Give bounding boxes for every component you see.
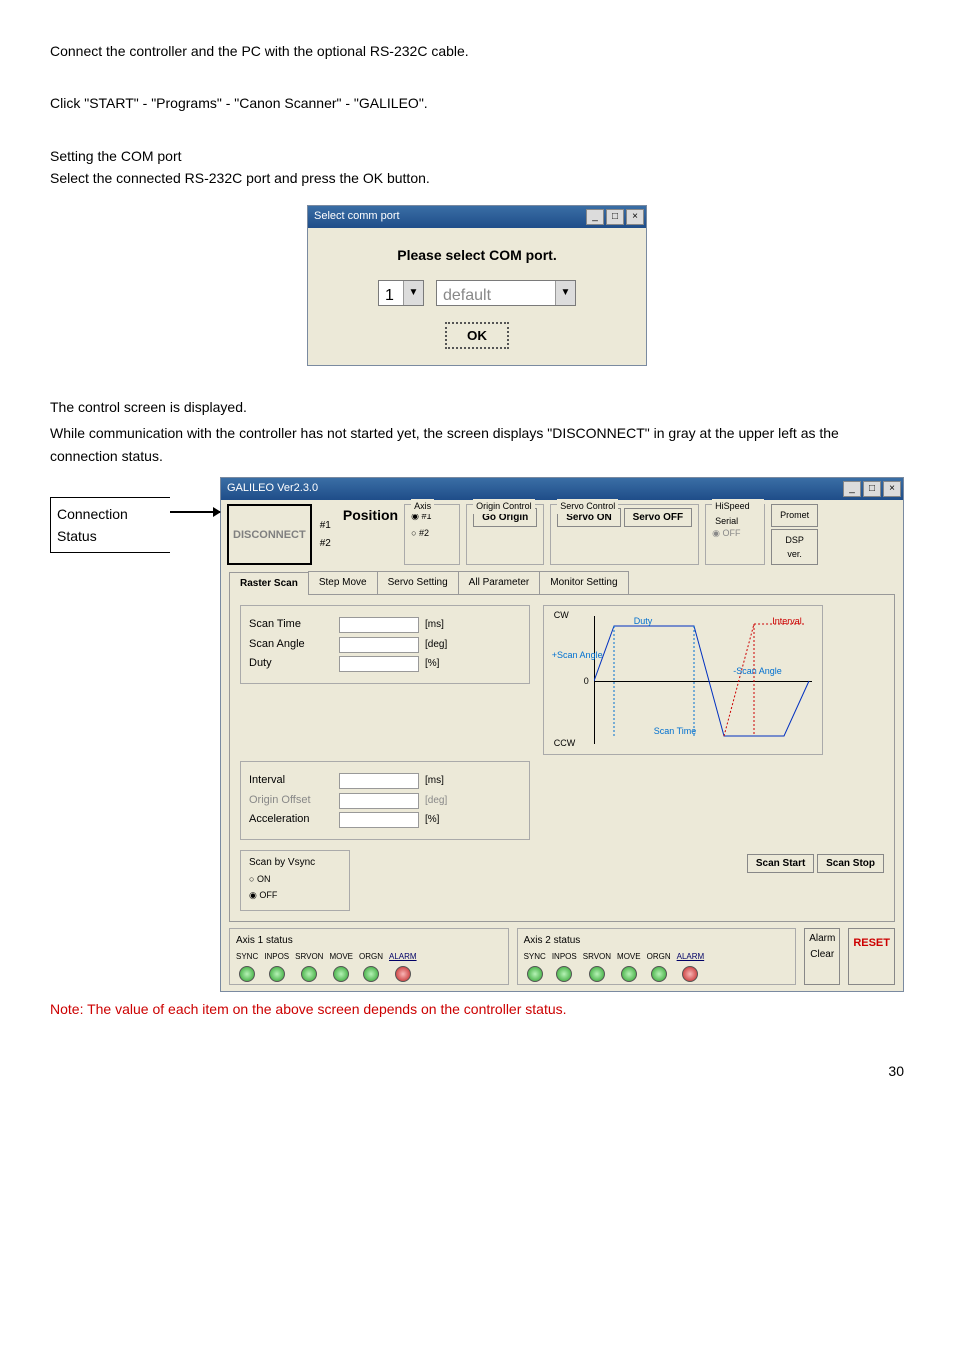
- close-icon[interactable]: ×: [626, 209, 644, 225]
- dialog1-title: Select comm port: [314, 208, 400, 226]
- minimize-icon[interactable]: _: [843, 481, 861, 497]
- paragraph-4a: The control screen is displayed.: [50, 396, 904, 418]
- id-column: #1 #2: [318, 504, 333, 565]
- caption-com-title: Setting the COM port: [50, 145, 904, 167]
- scan-time-label: Scan Time: [249, 616, 339, 634]
- servo-control-group: Servo Control Servo ON Servo OFF: [550, 504, 699, 565]
- disconnect-button[interactable]: DISCONNECT: [227, 504, 312, 565]
- alarm-clear-button[interactable]: AlarmClear: [804, 928, 840, 985]
- duty-label: Duty: [249, 655, 339, 673]
- dialog1-titlebar: Select comm port _ □ ×: [308, 206, 646, 228]
- origin-control-group: Origin Control Go Origin: [466, 504, 544, 565]
- status-light-icon: [682, 966, 698, 982]
- axis-group: Axis ◉ #1 ○ #2: [404, 504, 460, 565]
- scan-time-input[interactable]: [339, 617, 419, 633]
- dialog2-titlebar: GALILEO Ver2.3.0 _ □ ×: [221, 478, 903, 500]
- maximize-icon[interactable]: □: [863, 481, 881, 497]
- position-label: Position: [343, 504, 398, 526]
- scan-start-button[interactable]: Scan Start: [747, 854, 814, 873]
- param-block-1: Scan Time[ms] Scan Angle[deg] Duty[%]: [240, 605, 530, 684]
- tab-bar: Raster Scan Step Move Servo Setting All …: [229, 571, 895, 595]
- paragraph-2: Click "START" - "Programs" - "Canon Scan…: [50, 92, 904, 114]
- hispeed-group: HiSpeed Serial ○ Start ◉ OFF: [705, 504, 765, 565]
- status-light-icon: [239, 966, 255, 982]
- tab-monitor-setting[interactable]: Monitor Setting: [539, 571, 628, 594]
- chevron-down-icon[interactable]: ▼: [555, 281, 575, 305]
- interval-input[interactable]: [339, 773, 419, 789]
- param-block-2: Interval[ms] Origin Offset[deg] Accelera…: [240, 761, 530, 840]
- status-light-icon: [395, 966, 411, 982]
- acceleration-input[interactable]: [339, 812, 419, 828]
- com-port-value: 1: [379, 281, 403, 305]
- status-light-icon: [363, 966, 379, 982]
- origin-offset-label: Origin Offset: [249, 792, 339, 810]
- page-number: 30: [50, 1060, 904, 1082]
- reset-button[interactable]: RESET: [848, 928, 895, 985]
- axis-2-radio[interactable]: ○ #2: [411, 525, 453, 541]
- tab-servo-setting[interactable]: Servo Setting: [377, 571, 459, 594]
- ok-button[interactable]: OK: [445, 322, 509, 349]
- note-text: Note: The value of each item on the abov…: [50, 998, 904, 1020]
- dialog1-heading: Please select COM port.: [322, 244, 632, 266]
- promet-button[interactable]: Promet: [771, 504, 818, 526]
- acceleration-label: Acceleration: [249, 811, 339, 829]
- connection-status-label: Connection Status: [50, 497, 170, 553]
- dsp-ver-button[interactable]: DSPver.: [771, 529, 818, 566]
- tab-all-parameter[interactable]: All Parameter: [458, 571, 541, 594]
- paragraph-4b: While communication with the controller …: [50, 422, 904, 467]
- status-light-icon: [527, 966, 543, 982]
- axis-1-status: Axis 1 status SYNC INPOS SRVON MOVE ORGN…: [229, 928, 509, 985]
- waveform-chart: CW CCW 0 +Scan Angle -Scan Angle Duty In…: [543, 605, 823, 755]
- vsync-on-radio[interactable]: ○ ON: [249, 871, 341, 887]
- close-icon[interactable]: ×: [883, 481, 901, 497]
- scan-stop-button[interactable]: Scan Stop: [817, 854, 884, 873]
- caption-com-body: Select the connected RS-232C port and pr…: [50, 167, 904, 189]
- chart-svg: [594, 616, 814, 746]
- axis-2-status: Axis 2 status SYNC INPOS SRVON MOVE ORGN…: [517, 928, 797, 985]
- minimize-icon[interactable]: _: [586, 209, 604, 225]
- status-light-icon: [556, 966, 572, 982]
- com-port-combo[interactable]: 1 ▼: [378, 280, 424, 306]
- status-light-icon: [651, 966, 667, 982]
- status-light-icon: [333, 966, 349, 982]
- com-speed-value: default: [437, 281, 555, 305]
- scan-by-vsync-group: Scan by Vsync ○ ON ◉ OFF: [240, 850, 350, 911]
- arrow-icon: [170, 511, 220, 513]
- chevron-down-icon[interactable]: ▼: [403, 281, 423, 305]
- dialog2-title: GALILEO Ver2.3.0: [227, 480, 318, 498]
- maximize-icon[interactable]: □: [606, 209, 624, 225]
- status-light-icon: [621, 966, 637, 982]
- status-light-icon: [301, 966, 317, 982]
- duty-input[interactable]: [339, 656, 419, 672]
- status-light-icon: [589, 966, 605, 982]
- tab-body: Scan Time[ms] Scan Angle[deg] Duty[%] CW…: [229, 595, 895, 922]
- status-light-icon: [269, 966, 285, 982]
- interval-label: Interval: [249, 772, 339, 790]
- scan-angle-input[interactable]: [339, 637, 419, 653]
- galileo-main-window: GALILEO Ver2.3.0 _ □ × DISCONNECT #1 #2 …: [220, 477, 904, 992]
- paragraph-1: Connect the controller and the PC with t…: [50, 40, 904, 62]
- com-speed-combo[interactable]: default ▼: [436, 280, 576, 306]
- tab-step-move[interactable]: Step Move: [308, 571, 378, 594]
- vsync-off-radio[interactable]: ◉ OFF: [249, 887, 341, 903]
- select-com-dialog: Select comm port _ □ × Please select COM…: [307, 205, 647, 366]
- scan-angle-label: Scan Angle: [249, 636, 339, 654]
- tab-raster-scan[interactable]: Raster Scan: [229, 572, 309, 595]
- origin-offset-input[interactable]: [339, 793, 419, 809]
- servo-off-button[interactable]: Servo OFF: [624, 508, 693, 527]
